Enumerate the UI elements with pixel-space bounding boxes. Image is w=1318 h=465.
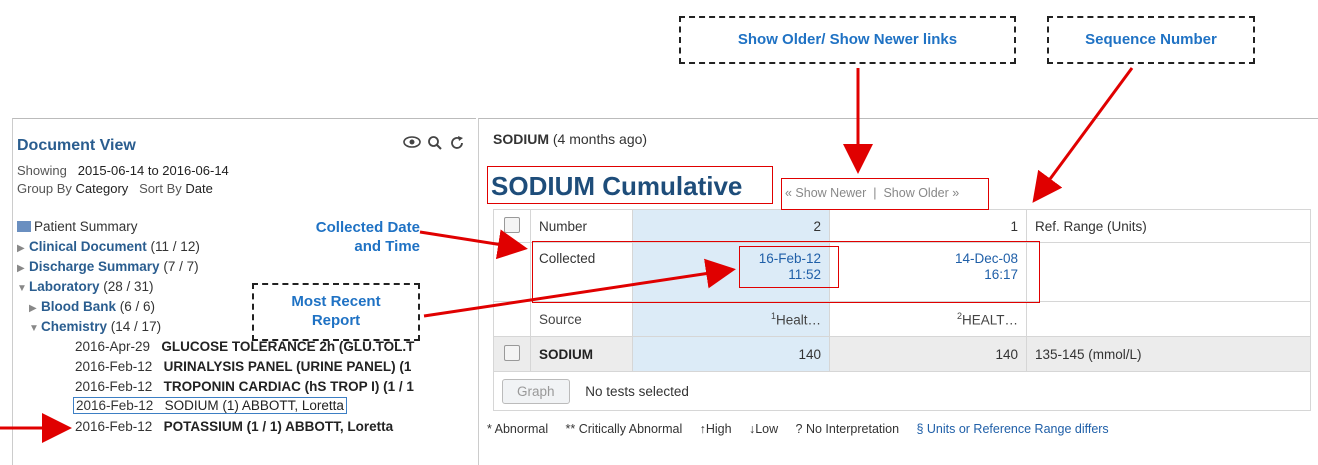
arrow-to-recent — [423, 258, 736, 318]
annotation-arrows — [0, 67, 1134, 443]
arrow-to-sequence — [1032, 67, 1134, 203]
arrow-to-collected — [419, 229, 528, 260]
